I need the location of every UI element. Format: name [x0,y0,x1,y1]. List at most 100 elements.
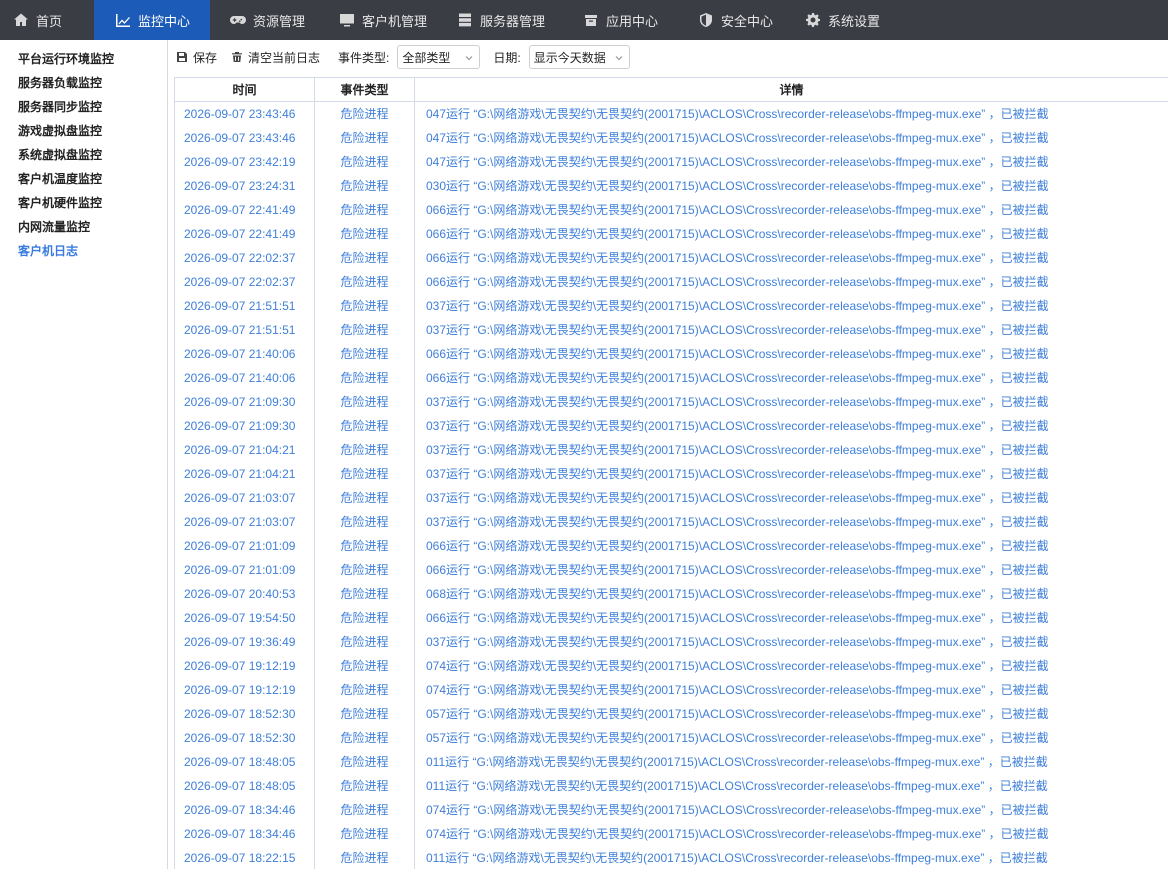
nav-monitor-center[interactable]: 监控中心 [94,0,210,40]
cell-time: 2026-09-07 21:51:51 [174,317,315,342]
sidebar-item-platform-env[interactable]: 平台运行环境监控 [0,47,167,71]
cell-event-type: 危险进程 [314,581,415,606]
nav-resource-management[interactable]: 资源管理 [210,0,320,40]
table-row[interactable]: 2026-09-07 21:03:07 危险进程 037运行 “G:\网络游戏\无畏… [174,509,1168,534]
cell-event-type: 危险进程 [314,221,415,246]
date-select[interactable]: 显示今天数据 [528,45,630,69]
table-row[interactable]: 2026-09-07 23:43:46 危险进程 047运行 “G:\网络游戏\无畏… [174,125,1168,150]
cell-detail: 037运行 “G:\网络游戏\无畏契约\无畏契约(2001715)\ACLOS\… [414,317,1168,342]
event-type-select[interactable]: 全部类型 [397,45,481,69]
table-row[interactable]: 2026-09-07 22:41:49 危险进程 066运行 “G:\网络游戏\无畏… [174,197,1168,222]
table-row[interactable]: 2026-09-07 21:04:21 危险进程 037运行 “G:\网络游戏\无畏… [174,437,1168,462]
nav-home[interactable]: 首页 [0,0,94,40]
table-row[interactable]: 2026-09-07 23:42:19 危险进程 047运行 “G:\网络游戏\无畏… [174,149,1168,174]
nav-app-center[interactable]: 应用中心 [562,0,678,40]
sidebar-item-server-load[interactable]: 服务器负载监控 [0,71,167,95]
column-header-detail[interactable]: 详情 [414,77,1168,102]
table-row[interactable]: 2026-09-07 19:54:50 危险进程 066运行 “G:\网络游戏\无畏… [174,605,1168,630]
table-row[interactable]: 2026-09-07 23:24:31 危险进程 030运行 “G:\网络游戏\无畏… [174,173,1168,198]
table-row[interactable]: 2026-09-07 19:12:19 危险进程 074运行 “G:\网络游戏\无畏… [174,653,1168,678]
table-row[interactable]: 2026-09-07 21:40:06 危险进程 066运行 “G:\网络游戏\无畏… [174,365,1168,390]
cell-detail: 037运行 “G:\网络游戏\无畏契约\无畏契约(2001715)\ACLOS\… [414,461,1168,486]
cell-time: 2026-09-07 21:09:30 [174,413,315,438]
cell-detail: 037运行 “G:\网络游戏\无畏契约\无畏契约(2001715)\ACLOS\… [414,629,1168,654]
table-row[interactable]: 2026-09-07 22:02:37 危险进程 066运行 “G:\网络游戏\无畏… [174,269,1168,294]
cell-time: 2026-09-07 21:04:21 [174,461,315,486]
table-row[interactable]: 2026-09-07 21:04:21 危险进程 037运行 “G:\网络游戏\无畏… [174,461,1168,486]
cell-time: 2026-09-07 21:01:09 [174,533,315,558]
top-nav: 首页 监控中心 资源管理 客户机管理 服务器管理 应用中心 安全中心 系统设置 [0,0,1168,40]
cell-time: 2026-09-07 23:42:19 [174,149,315,174]
cell-event-type: 危险进程 [314,677,415,702]
cell-event-type: 危险进程 [314,197,415,222]
cell-event-type: 危险进程 [314,149,415,174]
cell-time: 2026-09-07 18:52:30 [174,701,315,726]
table-row[interactable]: 2026-09-07 18:52:30 危险进程 057运行 “G:\网络游戏\无畏… [174,701,1168,726]
cell-detail: 066运行 “G:\网络游戏\无畏契约\无畏契约(2001715)\ACLOS\… [414,341,1168,366]
cell-event-type: 危险进程 [314,749,415,774]
cell-detail: 037运行 “G:\网络游戏\无畏契约\无畏契约(2001715)\ACLOS\… [414,293,1168,318]
sidebar-item-lan-traffic[interactable]: 内网流量监控 [0,215,167,239]
nav-label: 应用中心 [606,13,659,29]
cell-detail: 066运行 “G:\网络游戏\无畏契约\无畏契约(2001715)\ACLOS\… [414,365,1168,390]
table-row[interactable]: 2026-09-07 21:40:06 危险进程 066运行 “G:\网络游戏\无畏… [174,341,1168,366]
table-row[interactable]: 2026-09-07 18:22:15 危险进程 011运行 “G:\网络游戏\无畏… [174,845,1168,869]
table-row[interactable]: 2026-09-07 21:03:07 危险进程 037运行 “G:\网络游戏\无畏… [174,485,1168,510]
table-row[interactable]: 2026-09-07 19:36:49 危险进程 037运行 “G:\网络游戏\无畏… [174,629,1168,654]
sidebar-item-server-sync[interactable]: 服务器同步监控 [0,95,167,119]
table-row[interactable]: 2026-09-07 20:40:53 危险进程 068运行 “G:\网络游戏\无畏… [174,581,1168,606]
table-row[interactable]: 2026-09-07 21:51:51 危险进程 037运行 “G:\网络游戏\无畏… [174,317,1168,342]
table-row[interactable]: 2026-09-07 18:48:05 危险进程 011运行 “G:\网络游戏\无畏… [174,773,1168,798]
cell-time: 2026-09-07 19:54:50 [174,605,315,630]
cell-event-type: 危险进程 [314,125,415,150]
table-row[interactable]: 2026-09-07 22:02:37 危险进程 066运行 “G:\网络游戏\无畏… [174,245,1168,270]
chart-icon [115,12,131,28]
cell-event-type: 危险进程 [314,821,415,846]
sidebar: 平台运行环境监控 服务器负载监控 服务器同步监控 游戏虚拟盘监控 系统虚拟盘监控… [0,40,168,869]
table-row[interactable]: 2026-09-07 21:09:30 危险进程 037运行 “G:\网络游戏\无畏… [174,413,1168,438]
cell-detail: 030运行 “G:\网络游戏\无畏契约\无畏契约(2001715)\ACLOS\… [414,173,1168,198]
table-row[interactable]: 2026-09-07 22:41:49 危险进程 066运行 “G:\网络游戏\无畏… [174,221,1168,246]
column-header-event-type[interactable]: 事件类型 [314,77,415,102]
cell-event-type: 危险进程 [314,389,415,414]
table-row[interactable]: 2026-09-07 18:34:46 危险进程 074运行 “G:\网络游戏\无畏… [174,821,1168,846]
cell-time: 2026-09-07 19:12:19 [174,677,315,702]
save-button[interactable]: 保存 [176,49,217,66]
nav-server-management[interactable]: 服务器管理 [438,0,562,40]
cell-detail: 047运行 “G:\网络游戏\无畏契约\无畏契约(2001715)\ACLOS\… [414,101,1168,126]
nav-client-management[interactable]: 客户机管理 [320,0,438,40]
cell-time: 2026-09-07 23:43:46 [174,125,315,150]
cell-detail: 066运行 “G:\网络游戏\无畏契约\无畏契约(2001715)\ACLOS\… [414,197,1168,222]
table-row[interactable]: 2026-09-07 21:09:30 危险进程 037运行 “G:\网络游戏\无畏… [174,389,1168,414]
table-row[interactable]: 2026-09-07 23:43:46 危险进程 047运行 “G:\网络游戏\无畏… [174,101,1168,126]
cell-detail: 037运行 “G:\网络游戏\无畏契约\无畏契约(2001715)\ACLOS\… [414,485,1168,510]
sidebar-item-client-hardware[interactable]: 客户机硬件监控 [0,191,167,215]
cell-detail: 047运行 “G:\网络游戏\无畏契约\无畏契约(2001715)\ACLOS\… [414,149,1168,174]
table-row[interactable]: 2026-09-07 19:12:19 危险进程 074运行 “G:\网络游戏\无畏… [174,677,1168,702]
cell-time: 2026-09-07 20:40:53 [174,581,315,606]
save-icon [176,51,188,63]
table-row[interactable]: 2026-09-07 18:52:30 危险进程 057运行 “G:\网络游戏\无畏… [174,725,1168,750]
sidebar-item-client-temp[interactable]: 客户机温度监控 [0,167,167,191]
cell-event-type: 危险进程 [314,173,415,198]
table-row[interactable]: 2026-09-07 21:51:51 危险进程 037运行 “G:\网络游戏\无畏… [174,293,1168,318]
table-row[interactable]: 2026-09-07 21:01:09 危险进程 066运行 “G:\网络游戏\无畏… [174,533,1168,558]
nav-security-center[interactable]: 安全中心 [678,0,793,40]
clear-log-button[interactable]: 清空当前日志 [231,49,320,66]
table-row[interactable]: 2026-09-07 21:01:09 危险进程 066运行 “G:\网络游戏\无畏… [174,557,1168,582]
cell-time: 2026-09-07 18:52:30 [174,725,315,750]
column-header-time[interactable]: 时间 [174,77,315,102]
sidebar-item-client-log[interactable]: 客户机日志 [0,239,167,263]
sidebar-item-game-vdisk[interactable]: 游戏虚拟盘监控 [0,119,167,143]
sidebar-item-system-vdisk[interactable]: 系统虚拟盘监控 [0,143,167,167]
cell-detail: 066运行 “G:\网络游戏\无畏契约\无畏契约(2001715)\ACLOS\… [414,269,1168,294]
cell-event-type: 危险进程 [314,293,415,318]
cell-time: 2026-09-07 18:48:05 [174,749,315,774]
cell-event-type: 危险进程 [314,101,415,126]
gamepad-icon [230,12,246,28]
table-row[interactable]: 2026-09-07 18:34:46 危险进程 074运行 “G:\网络游戏\无畏… [174,797,1168,822]
table-row[interactable]: 2026-09-07 18:48:05 危险进程 011运行 “G:\网络游戏\无畏… [174,749,1168,774]
cell-detail: 011运行 “G:\网络游戏\无畏契约\无畏契约(2001715)\ACLOS\… [414,845,1168,869]
nav-system-settings[interactable]: 系统设置 [793,0,913,40]
cell-time: 2026-09-07 21:03:07 [174,509,315,534]
